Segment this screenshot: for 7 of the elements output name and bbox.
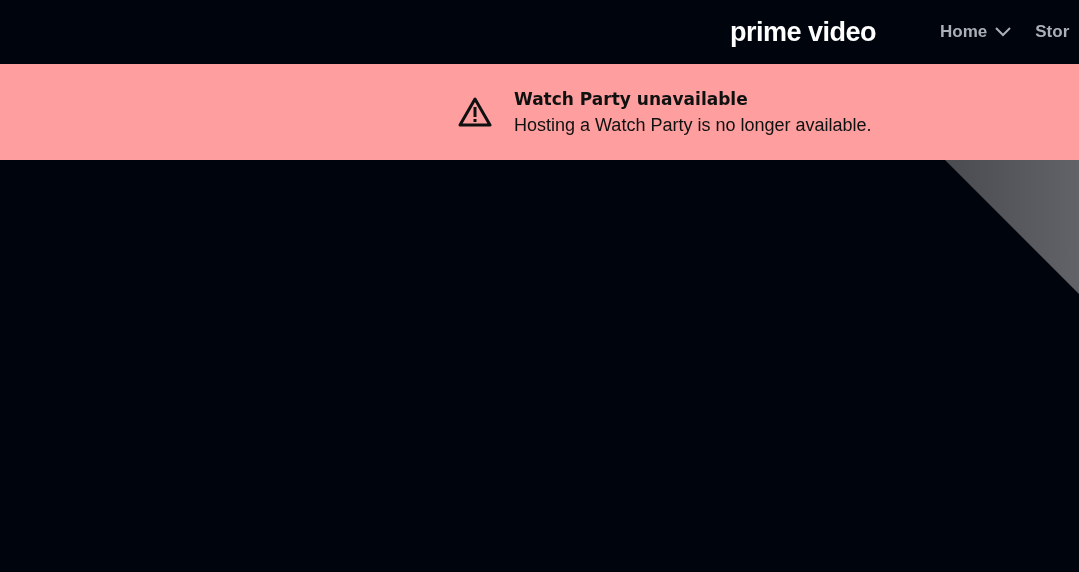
warning-icon [458,97,492,127]
logo[interactable]: prime video [730,16,877,48]
nav-link[interactable]: Home [940,22,1012,42]
chevron-down-icon [995,27,1012,37]
alert-title: Watch Party unavailable [514,88,749,109]
alert-message: Hosting a Watch Party is no longer available. [514,114,872,136]
nav-link[interactable]: Stor [1035,22,1070,42]
